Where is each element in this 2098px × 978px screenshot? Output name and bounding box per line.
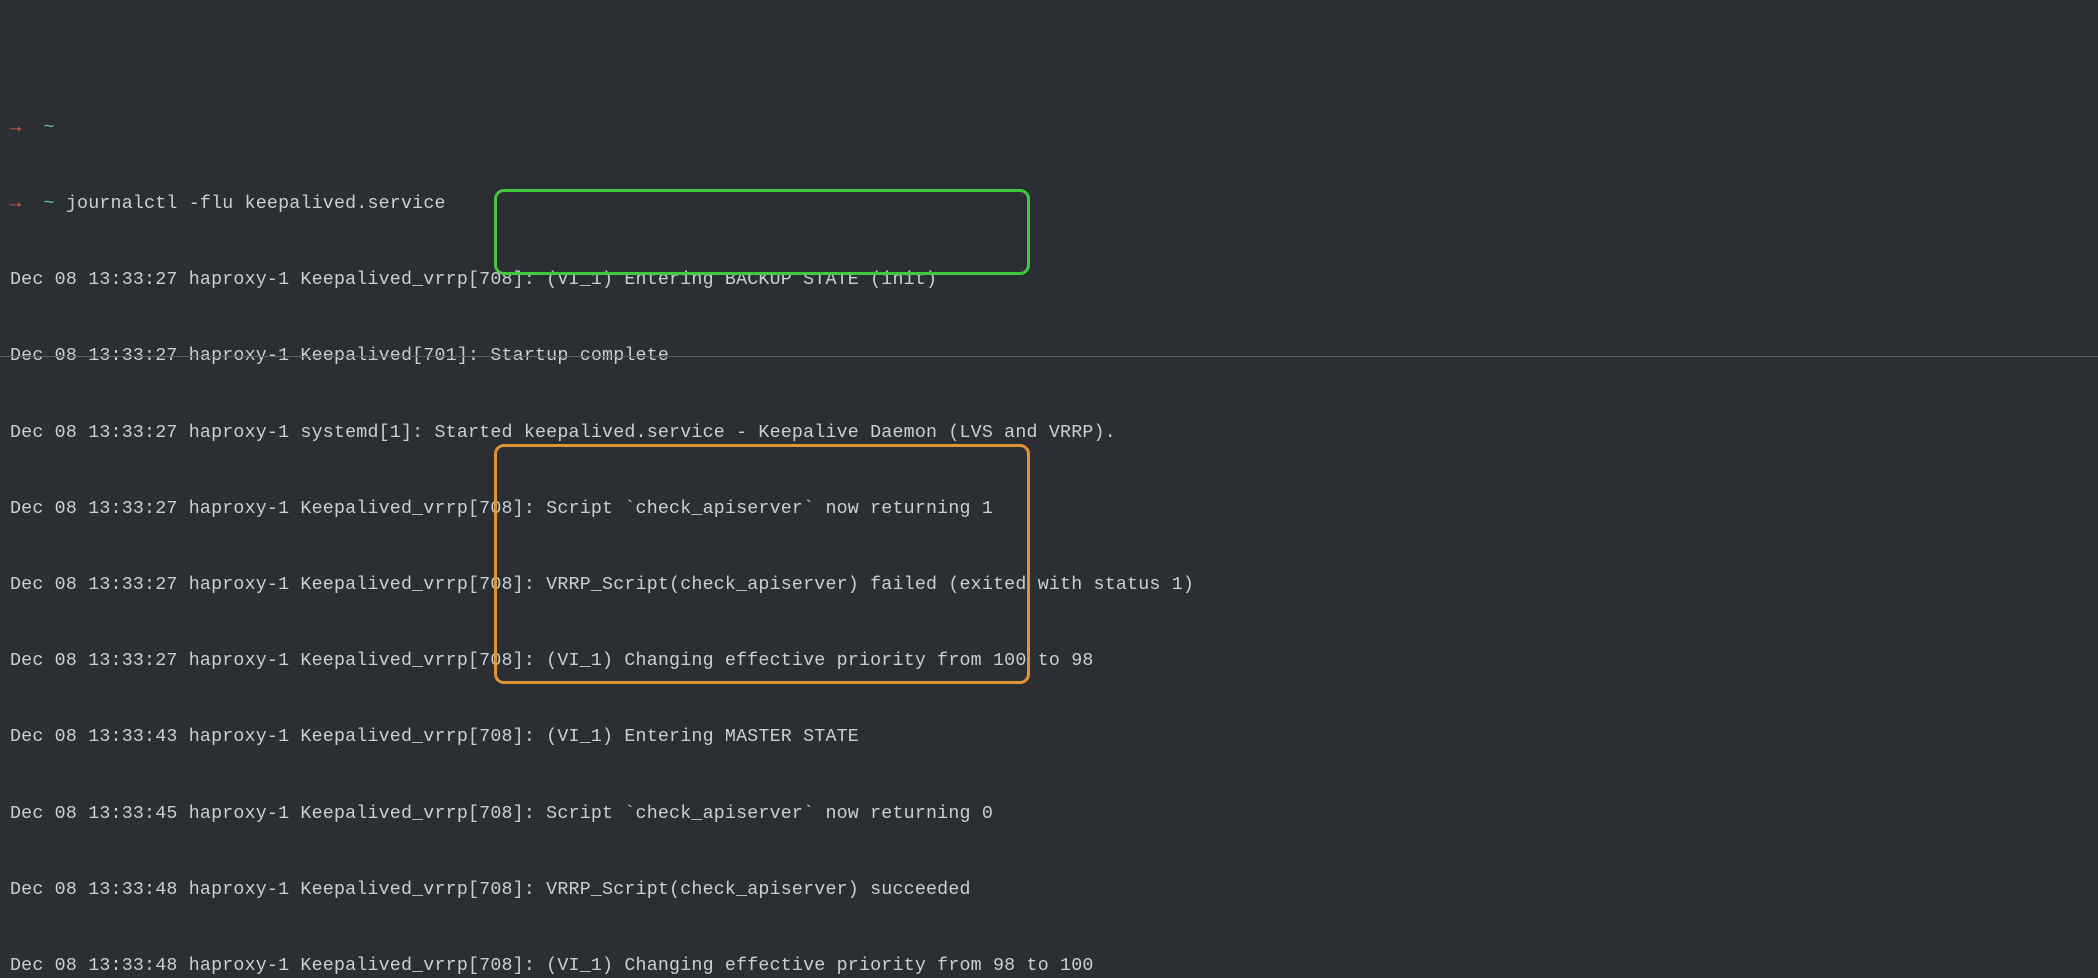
prompt-cwd: ~ [44, 194, 55, 214]
log-line: Dec 08 13:33:43 haproxy-1 Keepalived_vrr… [10, 725, 2088, 750]
log-line: Dec 08 13:33:27 haproxy-1 Keepalived_vrr… [10, 573, 2088, 598]
log-line: Dec 08 13:33:45 haproxy-1 Keepalived_vrr… [10, 802, 2088, 827]
prompt-cwd: ~ [44, 118, 55, 138]
annotation-box-orange [494, 444, 1030, 684]
terminal-window[interactable]: → ~ → ~ journalctl -flu keepalived.servi… [0, 0, 2098, 978]
log-line: Dec 08 13:33:27 haproxy-1 systemd[1]: St… [10, 421, 2088, 446]
command-text: journalctl -flu keepalived.service [66, 194, 446, 214]
pane-divider[interactable] [0, 356, 2098, 357]
log-line: Dec 08 13:33:27 haproxy-1 Keepalived_vrr… [10, 497, 2088, 522]
log-line: Dec 08 13:33:48 haproxy-1 Keepalived_vrr… [10, 954, 2088, 978]
log-line: Dec 08 13:33:27 haproxy-1 Keepalived_vrr… [10, 649, 2088, 674]
prompt-line-empty: → ~ [10, 116, 2088, 141]
prompt-arrow-icon: → [10, 118, 21, 138]
log-line: Dec 08 13:33:48 haproxy-1 Keepalived_vrr… [10, 878, 2088, 903]
prompt-line-command[interactable]: → ~ journalctl -flu keepalived.service [10, 192, 2088, 217]
prompt-arrow-icon: → [10, 194, 21, 214]
log-line: Dec 08 13:33:27 haproxy-1 Keepalived_vrr… [10, 268, 2088, 293]
